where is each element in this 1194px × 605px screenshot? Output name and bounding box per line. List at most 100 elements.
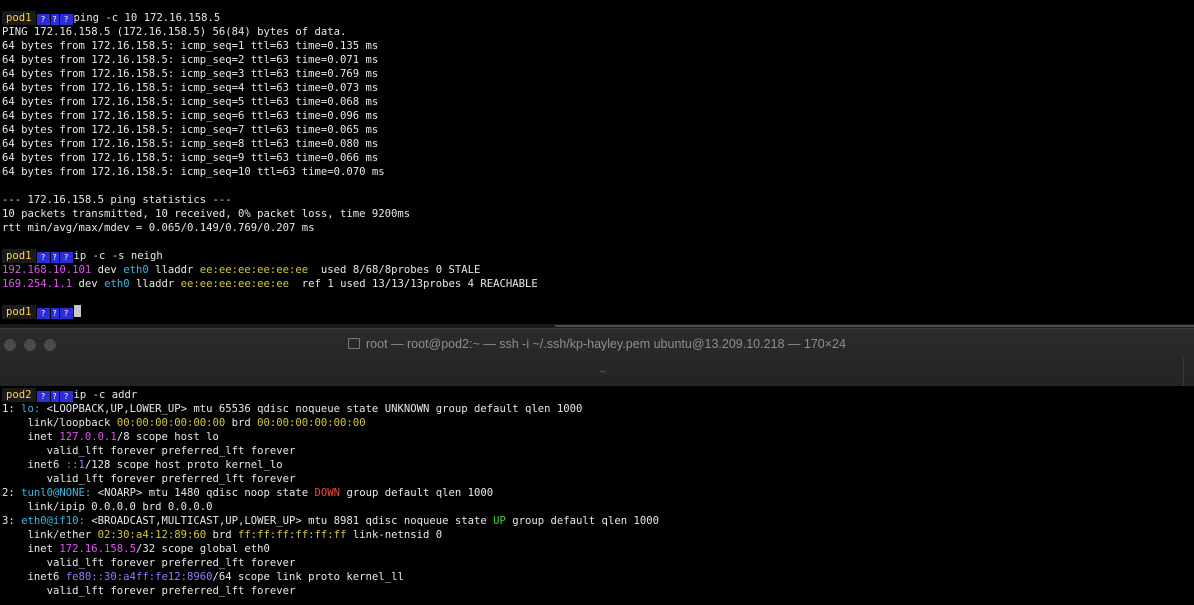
output-text: ::1 bbox=[65, 459, 85, 471]
output-line: inet 127.0.0.1/8 scope host lo bbox=[2, 430, 659, 444]
output-text: group default qlen 1000 bbox=[340, 487, 494, 499]
output-line: link/ether 02:30:a4:12:89:60 brd ff:ff:f… bbox=[2, 528, 659, 542]
output-line: 2: tunl0@NONE: <NOARP> mtu 1480 qdisc no… bbox=[2, 486, 659, 500]
prompt-segment-icon: ? bbox=[36, 308, 50, 319]
prompt-line: pod1??? ping -c 10 172.16.158.5 bbox=[2, 11, 538, 25]
prompt-segment-icon: ? bbox=[50, 252, 59, 263]
output-line: valid_lft forever preferred_lft forever bbox=[2, 584, 659, 598]
output-text: dev bbox=[72, 278, 105, 290]
output-line: inet6 ::1/128 scope host proto kernel_lo bbox=[2, 458, 659, 472]
output-line: inet 172.16.158.5/32 scope global eth0 bbox=[2, 542, 659, 556]
output-text: 02:30:a4:12:89:60 bbox=[97, 529, 207, 541]
prompt-segment-icon: ? bbox=[50, 308, 59, 319]
output-text: valid_lft forever preferred_lft forever bbox=[2, 445, 296, 457]
prompt-segment-icon: ? bbox=[50, 14, 59, 25]
output-text: brd bbox=[206, 529, 238, 541]
output-text: 00:00:00:00:00:00 bbox=[116, 417, 226, 429]
output-text: --- 172.16.158.5 ping statistics --- bbox=[2, 194, 232, 206]
terminal-output: pod2??? ip -c addr 1: lo: <LOOPBACK,UP,LOW… bbox=[2, 388, 659, 598]
output-text: /64 scope link proto kernel_ll bbox=[212, 571, 404, 583]
prompt-line: pod2??? ip -c addr bbox=[2, 388, 659, 402]
output-text: 64 bytes from 172.16.158.5: icmp_seq=9 t… bbox=[2, 152, 379, 164]
window-title: root — root@pod2:~ — ssh -i ~/.ssh/kp-ha… bbox=[0, 337, 1194, 351]
output-text: 2: bbox=[2, 487, 22, 499]
window-title-bar[interactable]: root — root@pod2:~ — ssh -i ~/.ssh/kp-ha… bbox=[0, 328, 1194, 387]
output-text: dev bbox=[91, 264, 124, 276]
output-text: valid_lft forever preferred_lft forever bbox=[2, 585, 296, 597]
output-line: link/loopback 00:00:00:00:00:00 brd 00:0… bbox=[2, 416, 659, 430]
prompt-segment-icon: ? bbox=[59, 308, 73, 319]
output-line: 64 bytes from 172.16.158.5: icmp_seq=6 t… bbox=[2, 109, 538, 123]
output-line: --- 172.16.158.5 ping statistics --- bbox=[2, 193, 538, 207]
output-line: 10 packets transmitted, 10 received, 0% … bbox=[2, 207, 538, 221]
output-text: DOWN bbox=[314, 487, 341, 499]
output-text: inet6 bbox=[2, 571, 66, 583]
output-text: eth0@if10: bbox=[21, 515, 85, 527]
output-text: ee:ee:ee:ee:ee:ee bbox=[180, 278, 290, 290]
output-text: <BROADCAST,MULTICAST,UP,LOWER_UP> mtu 89… bbox=[84, 515, 494, 527]
output-line: 64 bytes from 172.16.158.5: icmp_seq=8 t… bbox=[2, 137, 538, 151]
command-text: ip -c -s neigh bbox=[73, 250, 163, 262]
terminal-pane-top[interactable]: pod1??? ping -c 10 172.16.158.5 PING 172.1… bbox=[0, 0, 1194, 324]
output-text: 00:00:00:00:00:00 bbox=[257, 417, 366, 429]
terminal-pane-bottom[interactable]: pod2??? ip -c addr 1: lo: <LOOPBACK,UP,LOW… bbox=[0, 386, 1194, 605]
output-text: brd bbox=[225, 417, 258, 429]
output-text: fe80::30:a4ff:fe12:8960 bbox=[65, 571, 213, 583]
output-text: inet6 bbox=[2, 459, 66, 471]
output-line: 64 bytes from 172.16.158.5: icmp_seq=9 t… bbox=[2, 151, 538, 165]
output-text: 127.0.0.1 bbox=[59, 431, 117, 443]
output-text: <NOARP> mtu 1480 qdisc noop state bbox=[91, 487, 315, 499]
scrollbar-thumb[interactable] bbox=[555, 325, 1194, 327]
output-text: 64 bytes from 172.16.158.5: icmp_seq=1 t… bbox=[2, 40, 379, 52]
output-text: ref 1 used 13/13/13probes 4 REACHABLE bbox=[289, 278, 538, 290]
terminal-output: pod1??? ping -c 10 172.16.158.5 PING 172.1… bbox=[2, 11, 538, 319]
output-text: link/loopback bbox=[2, 417, 117, 429]
prompt-segment-icon: ? bbox=[59, 14, 73, 25]
prompt-segment-icon: ? bbox=[59, 252, 73, 263]
output-text: lo: bbox=[21, 403, 41, 415]
prompt-line: pod1??? bbox=[2, 305, 538, 319]
output-text: rtt min/avg/max/mdev = 0.065/0.149/0.769… bbox=[2, 222, 315, 234]
output-text: lladdr bbox=[148, 264, 200, 276]
output-text: eth0 bbox=[123, 264, 149, 276]
prompt-host: pod1 bbox=[2, 249, 36, 263]
prompt-host: pod1 bbox=[2, 11, 36, 25]
output-text: tunl0@NONE: bbox=[21, 487, 92, 499]
output-text: /32 scope global eth0 bbox=[135, 543, 270, 555]
output-text: <LOOPBACK,UP,LOWER_UP> mtu 65536 qdisc n… bbox=[40, 403, 583, 415]
output-line: 64 bytes from 172.16.158.5: icmp_seq=10 … bbox=[2, 165, 538, 179]
output-text: 64 bytes from 172.16.158.5: icmp_seq=8 t… bbox=[2, 138, 379, 150]
output-line: 64 bytes from 172.16.158.5: icmp_seq=5 t… bbox=[2, 95, 538, 109]
output-line: valid_lft forever preferred_lft forever bbox=[2, 444, 659, 458]
output-text: PING 172.16.158.5 (172.16.158.5) 56(84) … bbox=[2, 26, 347, 38]
output-line: 64 bytes from 172.16.158.5: icmp_seq=2 t… bbox=[2, 53, 538, 67]
output-line: 64 bytes from 172.16.158.5: icmp_seq=1 t… bbox=[2, 39, 538, 53]
output-text: valid_lft forever preferred_lft forever bbox=[2, 557, 296, 569]
output-text: used 8/68/8probes 0 STALE bbox=[308, 264, 481, 276]
prompt-segment-icon: ? bbox=[36, 391, 50, 402]
command-text: ping -c 10 172.16.158.5 bbox=[73, 12, 221, 24]
output-line: link/ipip 0.0.0.0 brd 0.0.0.0 bbox=[2, 500, 659, 514]
prompt-segment-icon: ? bbox=[59, 391, 73, 402]
prompt-host: pod2 bbox=[2, 388, 36, 402]
text-cursor[interactable] bbox=[73, 305, 81, 317]
output-text: eth0 bbox=[104, 278, 130, 290]
document-icon bbox=[348, 338, 361, 349]
prompt-line: pod1??? ip -c -s neigh bbox=[2, 249, 538, 263]
output-text: inet bbox=[2, 543, 60, 555]
prompt-segment-icon: ? bbox=[50, 391, 59, 402]
tab-subtitle[interactable]: ~ bbox=[0, 367, 1194, 378]
output-text: UP bbox=[493, 515, 506, 527]
output-line: 64 bytes from 172.16.158.5: icmp_seq=4 t… bbox=[2, 81, 538, 95]
output-text: 169.254.1.1 bbox=[2, 278, 73, 290]
new-tab-area[interactable] bbox=[1183, 357, 1194, 387]
output-text: group default qlen 1000 bbox=[505, 515, 659, 527]
output-text: 172.16.158.5 bbox=[59, 543, 136, 555]
output-text: link-netnsid 0 bbox=[346, 529, 443, 541]
output-text: ee:ee:ee:ee:ee:ee bbox=[199, 264, 309, 276]
output-line: 1: lo: <LOOPBACK,UP,LOWER_UP> mtu 65536 … bbox=[2, 402, 659, 416]
output-text: 64 bytes from 172.16.158.5: icmp_seq=7 t… bbox=[2, 124, 379, 136]
